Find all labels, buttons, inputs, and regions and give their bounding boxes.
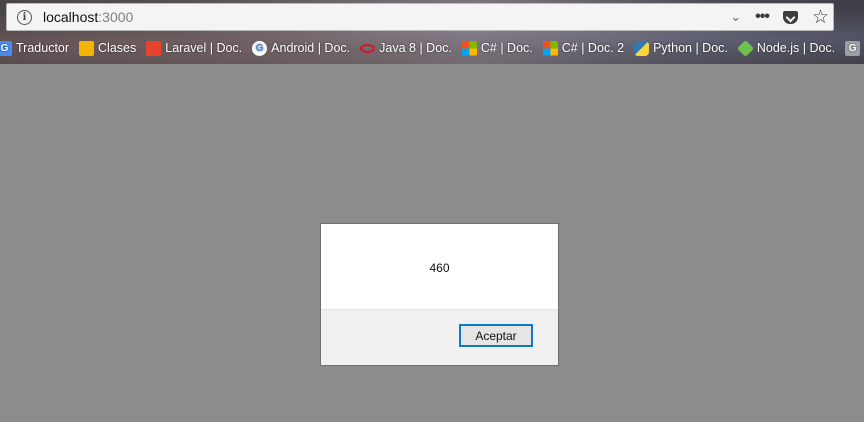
bookmark-label: Java 8 | Doc. — [379, 41, 452, 55]
bookmark-label: Traductor — [16, 41, 70, 55]
dialog-footer: Aceptar — [321, 309, 558, 365]
nodejs-icon — [736, 39, 754, 57]
bookmark-item[interactable]: G Android | Doc. — [252, 40, 351, 56]
google-classroom-icon — [79, 40, 95, 56]
alert-dialog: 460 Aceptar — [320, 223, 559, 366]
address-bar[interactable]: i localhost:3000 ⌄ ••• ☆ — [6, 3, 834, 31]
bookmark-label: Node.js | Doc. — [756, 41, 836, 55]
microsoft-icon — [461, 40, 477, 56]
bookmarks-toolbar: G Traductor Clases Laravel | Doc. G Android |… — [0, 36, 864, 60]
python-icon — [634, 40, 650, 56]
bookmark-item[interactable]: Clases — [79, 40, 137, 56]
url-host: localhost — [43, 9, 99, 25]
url-text[interactable]: localhost:3000 — [43, 9, 133, 25]
accept-button[interactable]: Aceptar — [459, 324, 533, 347]
more-actions-icon[interactable]: ••• — [755, 8, 770, 26]
url-actions: ⌄ ••• ☆ — [730, 8, 829, 27]
bookmark-label: C# | Doc. 2 — [561, 41, 625, 55]
microsoft-icon — [542, 40, 558, 56]
laravel-icon — [146, 40, 162, 56]
url-port: :3000 — [98, 9, 134, 25]
bookmark-label: Android | Doc. — [271, 41, 351, 55]
oracle-icon — [360, 43, 376, 53]
browser-chrome: i localhost:3000 ⌄ ••• ☆ G Traductor Clase… — [0, 0, 864, 64]
bookmark-item[interactable]: Java 8 | Doc. — [360, 41, 452, 55]
star-icon[interactable]: ☆ — [812, 8, 829, 27]
bookmark-item[interactable]: C# | Doc. 2 — [542, 40, 625, 56]
bookmark-item[interactable]: G Traductor — [0, 40, 70, 56]
bookmark-label: Laravel | Doc. — [165, 41, 243, 55]
google-icon: G — [252, 40, 268, 56]
info-icon[interactable]: i — [17, 9, 32, 25]
bookmark-label: Python | Doc. — [653, 41, 728, 55]
bookmark-item[interactable]: Node.js | Doc. — [736, 39, 836, 57]
dialog-message: 460 — [429, 260, 450, 275]
dialog-message-area: 460 — [321, 224, 558, 311]
bookmark-label: C# | Doc. — [480, 41, 533, 55]
chevron-down-icon[interactable]: ⌄ — [730, 9, 741, 25]
bookmark-item[interactable]: Laravel | Doc. — [146, 40, 243, 56]
bookmark-label: Clases — [98, 41, 137, 55]
bookmark-item[interactable]: C# | Doc. — [461, 40, 533, 56]
google-translate-icon: G — [0, 40, 12, 56]
go-icon: G — [845, 40, 861, 56]
pocket-icon[interactable] — [782, 10, 798, 24]
bookmark-item[interactable]: GGo — [845, 40, 864, 56]
bookmark-item[interactable]: Python | Doc. — [634, 40, 728, 56]
